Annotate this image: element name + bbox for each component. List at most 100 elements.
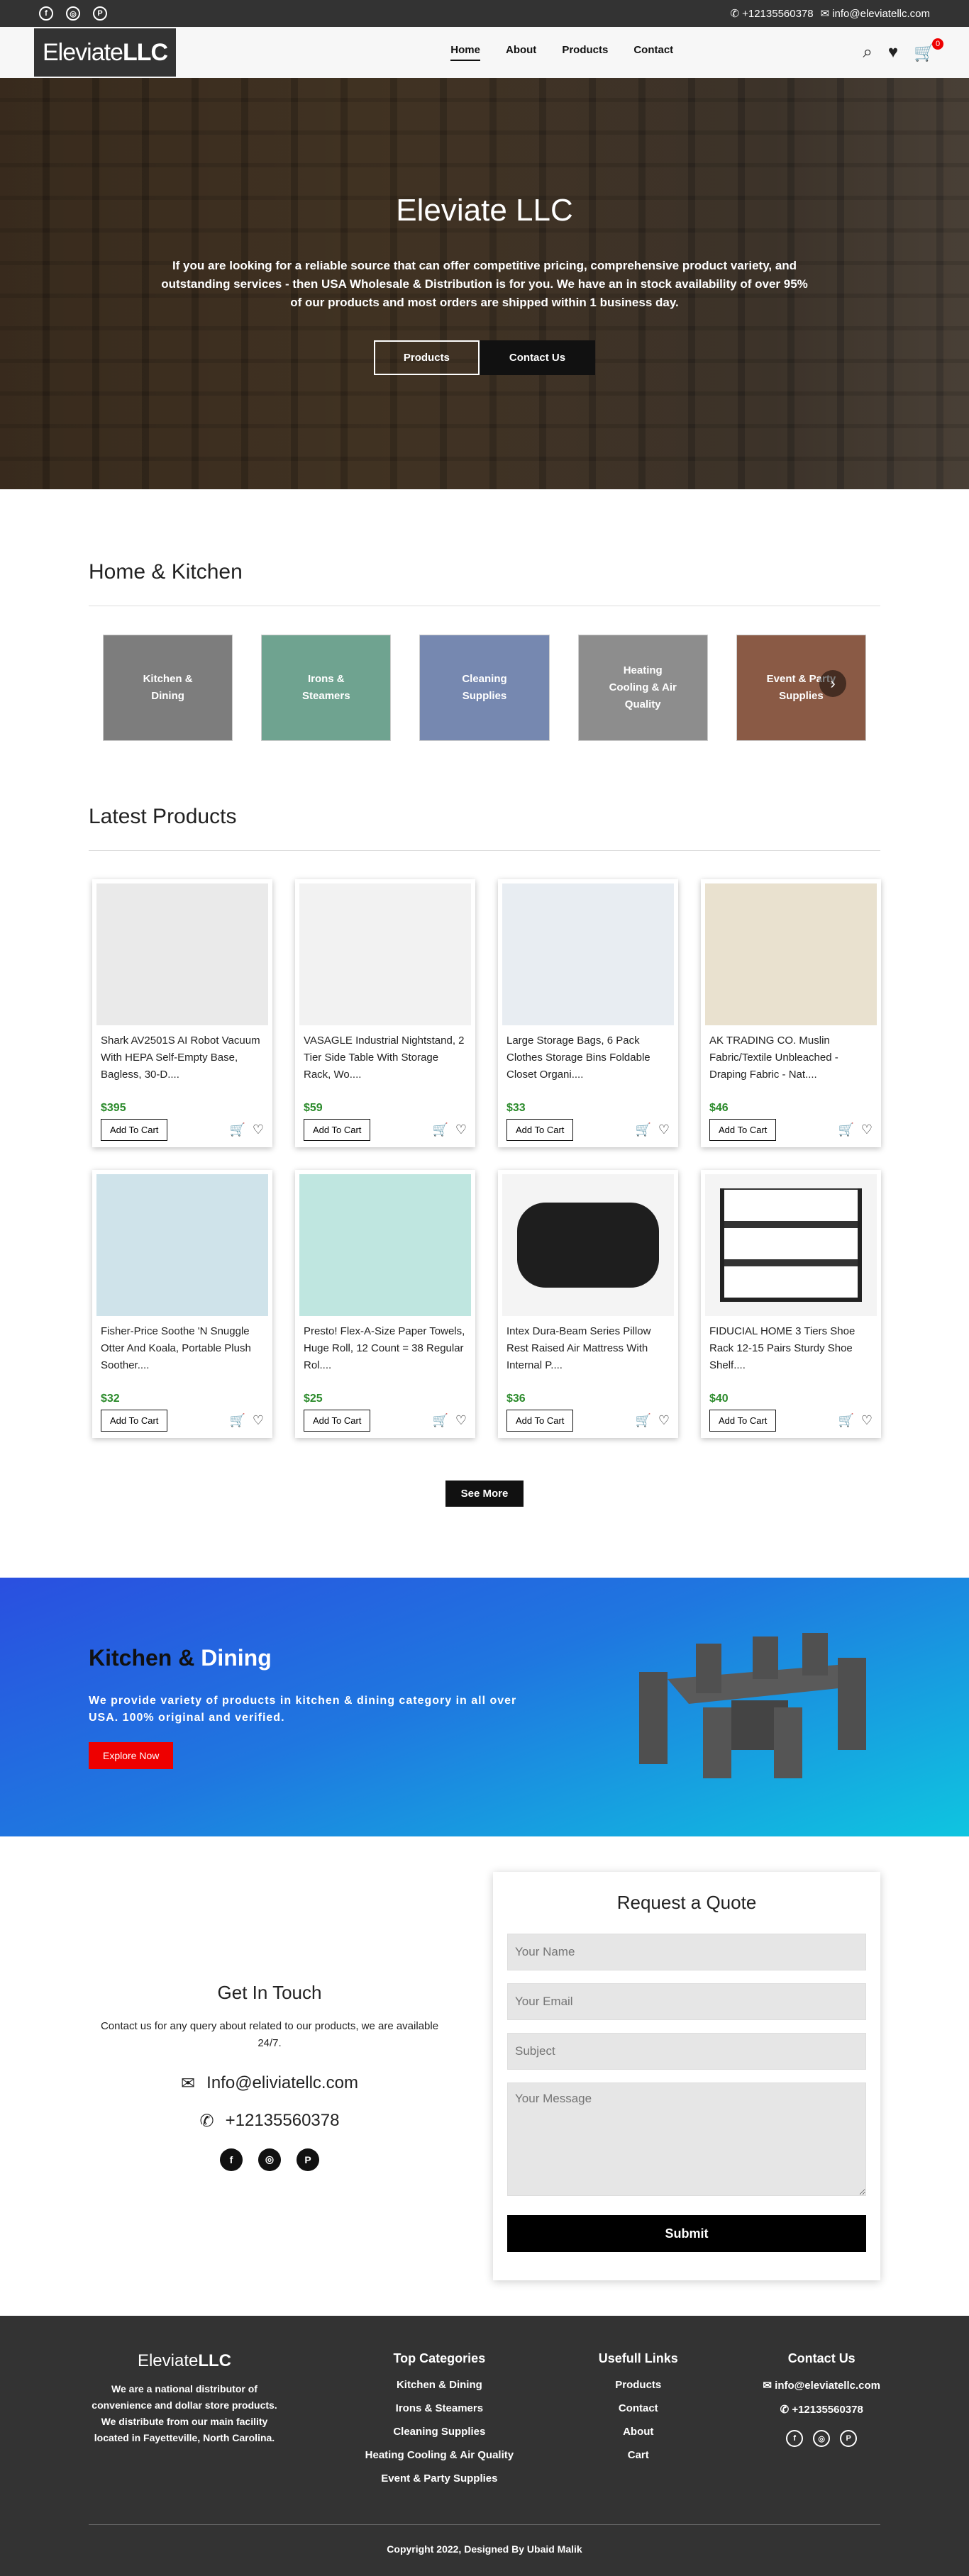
nav-products[interactable]: Products — [562, 44, 608, 61]
heart-icon[interactable]: ♡ — [861, 1122, 873, 1137]
heart-icon[interactable]: ♡ — [658, 1122, 670, 1137]
cart-icon[interactable]: 🛒 — [432, 1413, 448, 1427]
contact-phone[interactable]: ✆ +12135560378 — [200, 2111, 340, 2131]
product-image[interactable] — [705, 1174, 877, 1316]
product-card[interactable]: AK TRADING CO. Muslin Fabric/Textile Unb… — [701, 879, 881, 1147]
footer-link[interactable]: Heating Cooling & Air Quality — [365, 2449, 514, 2461]
product-name[interactable]: Fisher-Price Soothe 'N Snuggle Otter And… — [96, 1316, 268, 1387]
categories-title: Home & Kitchen — [89, 560, 880, 606]
facebook-icon[interactable]: f — [220, 2148, 243, 2171]
product-image[interactable] — [299, 1174, 471, 1316]
product-card[interactable]: Presto! Flex-A-Size Paper Towels, Huge R… — [295, 1170, 475, 1438]
nav-contact[interactable]: Contact — [633, 44, 673, 61]
product-image[interactable] — [502, 883, 674, 1025]
product-name[interactable]: Intex Dura-Beam Series Pillow Rest Raise… — [502, 1316, 674, 1387]
name-field[interactable] — [507, 1934, 866, 1970]
category-irons-steamers[interactable]: Irons & Steamers — [261, 635, 392, 741]
message-field[interactable] — [507, 2082, 866, 2196]
product-image[interactable] — [705, 883, 877, 1025]
product-card[interactable]: Fisher-Price Soothe 'N Snuggle Otter And… — [92, 1170, 272, 1438]
category-heating-cooling[interactable]: Heating Cooling & Air Quality — [577, 635, 708, 741]
product-image[interactable] — [502, 1174, 674, 1316]
heart-icon[interactable]: ♡ — [253, 1413, 264, 1427]
footer-link[interactable]: About — [623, 2426, 653, 2438]
topbar-email[interactable]: ✉ info@eleviatellc.com — [821, 7, 930, 20]
product-card[interactable]: Shark AV2501S AI Robot Vacuum With HEPA … — [92, 879, 272, 1147]
pinterest-icon[interactable]: P — [297, 2148, 319, 2171]
product-image[interactable] — [96, 1174, 268, 1316]
product-name[interactable]: Shark AV2501S AI Robot Vacuum With HEPA … — [96, 1025, 268, 1096]
cart-icon[interactable]: 🛒 — [229, 1122, 245, 1137]
heart-icon[interactable]: ♥ — [888, 43, 898, 62]
product-name[interactable]: FIDUCIAL HOME 3 Tiers Shoe Rack 12-15 Pa… — [705, 1316, 877, 1387]
footer-phone[interactable]: ✆ +12135560378 — [780, 2403, 863, 2416]
product-card[interactable]: VASAGLE Industrial Nightstand, 2 Tier Si… — [295, 879, 475, 1147]
nav-home[interactable]: Home — [450, 44, 480, 61]
footer-link[interactable]: Cart — [628, 2449, 649, 2461]
product-name[interactable]: Large Storage Bags, 6 Pack Clothes Stora… — [502, 1025, 674, 1096]
add-to-cart-button[interactable]: Add To Cart — [506, 1410, 574, 1432]
product-image[interactable] — [299, 883, 471, 1025]
see-more-button[interactable]: See More — [445, 1481, 524, 1507]
product-card[interactable]: FIDUCIAL HOME 3 Tiers Shoe Rack 12-15 Pa… — [701, 1170, 881, 1438]
logo[interactable]: Eleviate LLC — [34, 28, 177, 77]
category-event-party[interactable]: Event & Party Supplies — [736, 635, 867, 741]
phone-icon: ✆ — [780, 2404, 792, 2416]
email-field[interactable] — [507, 1983, 866, 2020]
footer-link[interactable]: Irons & Steamers — [396, 2402, 483, 2414]
footer-logo[interactable]: EleviateLLC — [138, 2351, 231, 2371]
footer-link[interactable]: Contact — [619, 2402, 658, 2414]
cart-button[interactable]: 🛒 0 — [914, 38, 943, 63]
add-to-cart-button[interactable]: Add To Cart — [304, 1119, 371, 1141]
contact-socials: f ◎ P — [220, 2148, 319, 2171]
heart-icon[interactable]: ♡ — [455, 1413, 467, 1427]
contact-email[interactable]: ✉ Info@eliviatellc.com — [181, 2073, 358, 2094]
search-icon[interactable]: ⌕ — [863, 43, 872, 62]
footer-link[interactable]: Products — [615, 2379, 661, 2391]
add-to-cart-button[interactable]: Add To Cart — [101, 1119, 168, 1141]
footer-link[interactable]: Cleaning Supplies — [393, 2426, 485, 2438]
cart-icon[interactable]: 🛒 — [229, 1413, 245, 1427]
product-actions: Add To Cart 🛒 ♡ — [705, 1115, 877, 1141]
footer-link[interactable]: Kitchen & Dining — [397, 2379, 482, 2391]
heart-icon[interactable]: ♡ — [861, 1413, 873, 1427]
instagram-icon[interactable]: ◎ — [66, 6, 80, 21]
category-kitchen-dining[interactable]: Kitchen & Dining — [103, 635, 233, 741]
add-to-cart-button[interactable]: Add To Cart — [506, 1119, 574, 1141]
chevron-right-icon[interactable]: › — [819, 670, 846, 697]
product-name[interactable]: Presto! Flex-A-Size Paper Towels, Huge R… — [299, 1316, 471, 1387]
add-to-cart-button[interactable]: Add To Cart — [304, 1410, 371, 1432]
add-to-cart-button[interactable]: Add To Cart — [709, 1410, 777, 1432]
category-cleaning-supplies[interactable]: Cleaning Supplies — [419, 635, 550, 741]
nav-about[interactable]: About — [506, 44, 536, 61]
instagram-icon[interactable]: ◎ — [258, 2148, 281, 2171]
hero-contact-button[interactable]: Contact Us — [479, 340, 596, 375]
pinterest-icon[interactable]: P — [93, 6, 107, 21]
heart-icon[interactable]: ♡ — [455, 1122, 467, 1137]
product-card[interactable]: Large Storage Bags, 6 Pack Clothes Stora… — [498, 879, 678, 1147]
product-card[interactable]: Intex Dura-Beam Series Pillow Rest Raise… — [498, 1170, 678, 1438]
topbar-phone[interactable]: ✆ +12135560378 — [731, 7, 814, 20]
footer-email[interactable]: ✉ info@eleviatellc.com — [763, 2379, 880, 2392]
product-name[interactable]: AK TRADING CO. Muslin Fabric/Textile Unb… — [705, 1025, 877, 1096]
subject-field[interactable] — [507, 2033, 866, 2070]
explore-now-button[interactable]: Explore Now — [89, 1742, 174, 1769]
cart-icon[interactable]: 🛒 — [838, 1122, 853, 1137]
cart-icon[interactable]: 🛒 — [635, 1413, 650, 1427]
hero-products-button[interactable]: Products — [373, 340, 480, 375]
cart-icon[interactable]: 🛒 — [635, 1122, 650, 1137]
instagram-icon[interactable]: ◎ — [813, 2430, 831, 2447]
pinterest-icon[interactable]: P — [840, 2430, 858, 2447]
cart-icon[interactable]: 🛒 — [838, 1413, 853, 1427]
add-to-cart-button[interactable]: Add To Cart — [709, 1119, 777, 1141]
add-to-cart-button[interactable]: Add To Cart — [101, 1410, 168, 1432]
heart-icon[interactable]: ♡ — [658, 1413, 670, 1427]
product-name[interactable]: VASAGLE Industrial Nightstand, 2 Tier Si… — [299, 1025, 471, 1096]
submit-button[interactable]: Submit — [507, 2215, 866, 2252]
heart-icon[interactable]: ♡ — [253, 1122, 264, 1137]
cart-icon[interactable]: 🛒 — [432, 1122, 448, 1137]
footer-link[interactable]: Event & Party Supplies — [381, 2472, 497, 2485]
facebook-icon[interactable]: f — [39, 6, 53, 21]
facebook-icon[interactable]: f — [786, 2430, 804, 2447]
product-image[interactable] — [96, 883, 268, 1025]
